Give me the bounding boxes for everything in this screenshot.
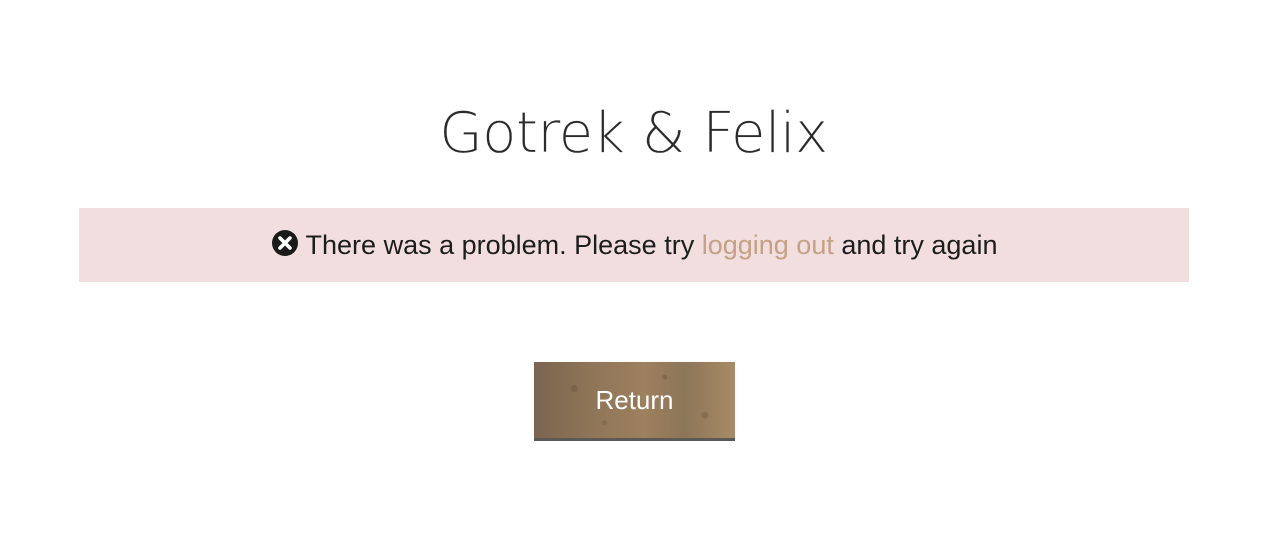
error-alert: There was a problem. Please try logging … — [79, 208, 1189, 282]
circle-x-icon — [271, 229, 299, 257]
alert-message-text: There was a problem. Please try — [305, 229, 695, 260]
page-title: Gotrek & Felix — [439, 100, 828, 166]
logging-out-link[interactable]: logging out — [702, 230, 834, 261]
return-button[interactable]: Return — [534, 362, 735, 441]
alert-message-suffix: and try again — [841, 229, 998, 260]
